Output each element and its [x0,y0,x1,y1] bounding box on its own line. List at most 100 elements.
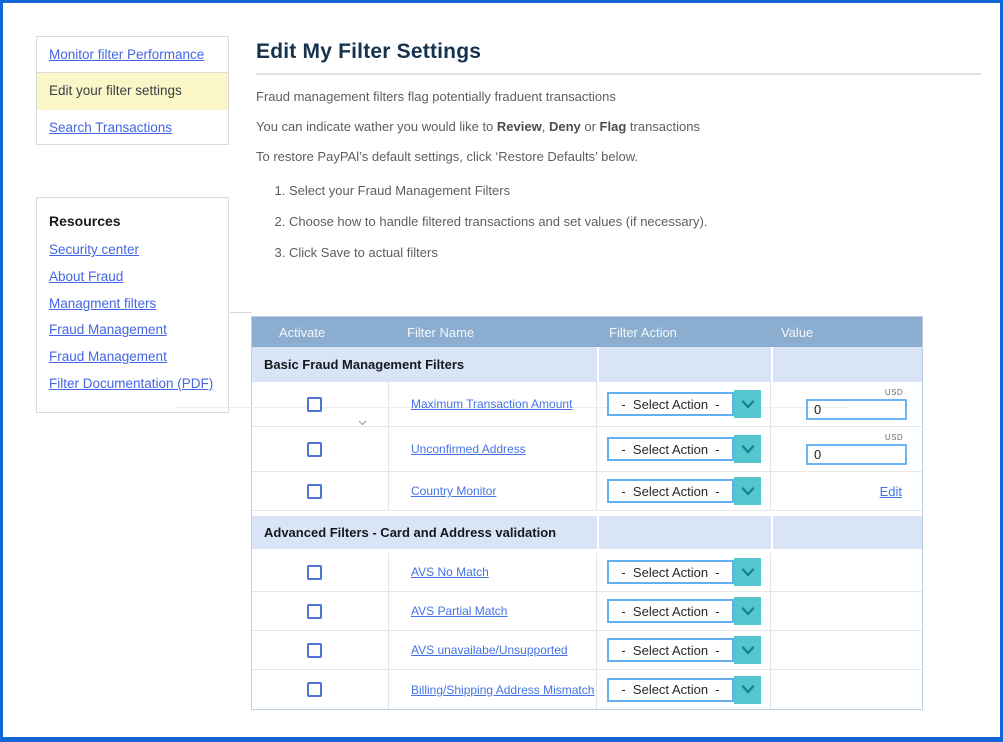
filter-action-select[interactable]: - Select Action - [607,390,761,418]
header-activate: Activate [252,317,389,347]
table-row: AVS No Match - Select Action - [252,553,922,592]
filter-action-select[interactable]: - Select Action - [607,558,761,586]
filters-table: Activate Filter Name Filter Action Value… [251,316,923,710]
activate-checkbox[interactable] [307,565,322,580]
table-row: AVS unavailabe/Unsupported - Select Actio… [252,631,922,670]
select-action-value[interactable]: - Select Action - [607,638,734,662]
select-action-value[interactable]: - Select Action - [607,560,734,584]
filter-action-cell: - Select Action - [597,631,771,669]
resources-title: Resources [49,213,216,229]
table-section-row: Basic Fraud Management Filters [252,347,922,382]
filter-action-cell: - Select Action - [597,592,771,630]
header-filter-name: Filter Name [389,317,597,347]
filter-name-link[interactable]: AVS unavailabe/Unsupported [411,643,568,657]
value-cell [771,592,922,630]
filter-name-cell: AVS unavailabe/Unsupported [389,631,597,669]
activate-checkbox[interactable] [307,604,322,619]
column-separator [597,516,599,549]
filter-action-cell: - Select Action - [597,472,771,510]
sidebar-item-edit-filter-settings-active[interactable]: Edit your filter settings [37,73,228,110]
value-input[interactable] [806,444,907,465]
chevron-down-icon[interactable] [734,558,761,586]
filter-name-cell: AVS No Match [389,553,597,591]
resources-link-security-center[interactable]: Security center [49,241,216,258]
step-3: Click Save to actual filters [289,245,707,260]
filter-name-link[interactable]: Unconfirmed Address [411,442,526,456]
filter-name-link[interactable]: Billing/Shipping Address Mismatch [411,683,594,697]
table-row: Country Monitor - Select Action - Edit [252,472,922,511]
activate-checkbox[interactable] [307,643,322,658]
step-2: Choose how to handle filtered transactio… [289,214,707,229]
chevron-down-icon[interactable] [734,477,761,505]
filter-name-link[interactable]: Country Monitor [411,484,496,498]
resources-link-managment-filters[interactable]: Managment filters [49,295,216,312]
filter-action-cell: - Select Action - [597,670,771,709]
filter-name-cell: Billing/Shipping Address Mismatch [389,670,597,709]
column-separator [597,347,599,382]
header-value: Value [771,317,922,347]
filters-table-body: Basic Fraud Management Filters Maximum Tr… [252,347,922,709]
resources-link-fraud-management-1[interactable]: Fraud Management [49,321,216,338]
select-action-value[interactable]: - Select Action - [607,678,734,702]
instruction-steps: Select your Fraud Management Filters Cho… [256,183,707,276]
select-action-value[interactable]: - Select Action - [607,392,734,416]
activate-checkbox[interactable] [307,484,322,499]
resources-link-about-fraud[interactable]: About Fraud [49,268,216,285]
chevron-down-icon[interactable] [734,597,761,625]
chevron-down-icon[interactable] [734,676,761,704]
section-title: Advanced Filters - Card and Address vali… [264,525,556,540]
edit-link[interactable]: Edit [880,484,902,499]
value-cell: USD [771,382,922,426]
resources-link-filter-documentation-pdf[interactable]: Filter Documentation (PDF) [49,375,216,392]
filter-action-select[interactable]: - Select Action - [607,676,761,704]
select-action-value[interactable]: - Select Action - [607,599,734,623]
table-row: Maximum Transaction Amount - Select Actio… [252,382,922,427]
divider-line [230,312,252,313]
filter-name-cell: Maximum Transaction Amount [389,382,597,426]
table-section-row: Advanced Filters - Card and Address vali… [252,516,922,549]
filter-action-select[interactable]: - Select Action - [607,477,761,505]
activate-checkbox[interactable] [307,682,322,697]
sidebar-nav-box: Monitor filter Performance Edit your fil… [36,36,229,145]
sidebar-item-search-transactions[interactable]: Search Transactions [37,110,228,145]
activate-cell [252,553,389,591]
filter-name-link[interactable]: AVS No Match [411,565,489,579]
table-header-row: Activate Filter Name Filter Action Value [252,317,922,347]
filter-name-cell: AVS Partial Match [389,592,597,630]
value-cell [771,631,922,669]
filter-action-cell: - Select Action - [597,382,771,426]
value-cell: Edit [771,472,922,510]
intro-paragraph-2: You can indicate wather you would like t… [256,119,700,134]
activate-cell [252,592,389,630]
activate-checkbox[interactable] [307,442,322,457]
filter-name-cell: Unconfirmed Address [389,427,597,471]
filter-action-select[interactable]: - Select Action - [607,636,761,664]
value-cell: USD [771,427,922,471]
column-separator [771,347,773,382]
chevron-down-icon[interactable] [734,435,761,463]
activate-cell [252,472,389,510]
chevron-down-icon[interactable] [734,636,761,664]
currency-label: USD [885,433,903,442]
sidebar-item-monitor-filter-performance[interactable]: Monitor filter Performance [37,37,228,73]
value-cell [771,553,922,591]
resources-link-fraud-management-2[interactable]: Fraud Management [49,348,216,365]
filter-action-select[interactable]: - Select Action - [607,435,761,463]
activate-cell [252,382,389,426]
title-divider [256,73,981,75]
filter-name-link[interactable]: Maximum Transaction Amount [411,397,572,411]
value-input[interactable] [806,399,907,420]
column-separator [771,516,773,549]
select-action-value[interactable]: - Select Action - [607,479,734,503]
chevron-down-icon [358,413,367,431]
table-row: Unconfirmed Address - Select Action - USD [252,427,922,472]
activate-cell [252,631,389,669]
table-row: AVS Partial Match - Select Action - [252,592,922,631]
filter-name-link[interactable]: AVS Partial Match [411,604,507,618]
select-action-value[interactable]: - Select Action - [607,437,734,461]
activate-checkbox[interactable] [307,397,322,412]
section-title: Basic Fraud Management Filters [264,357,464,372]
filter-action-select[interactable]: - Select Action - [607,597,761,625]
chevron-down-icon[interactable] [734,390,761,418]
activate-cell [252,670,389,709]
